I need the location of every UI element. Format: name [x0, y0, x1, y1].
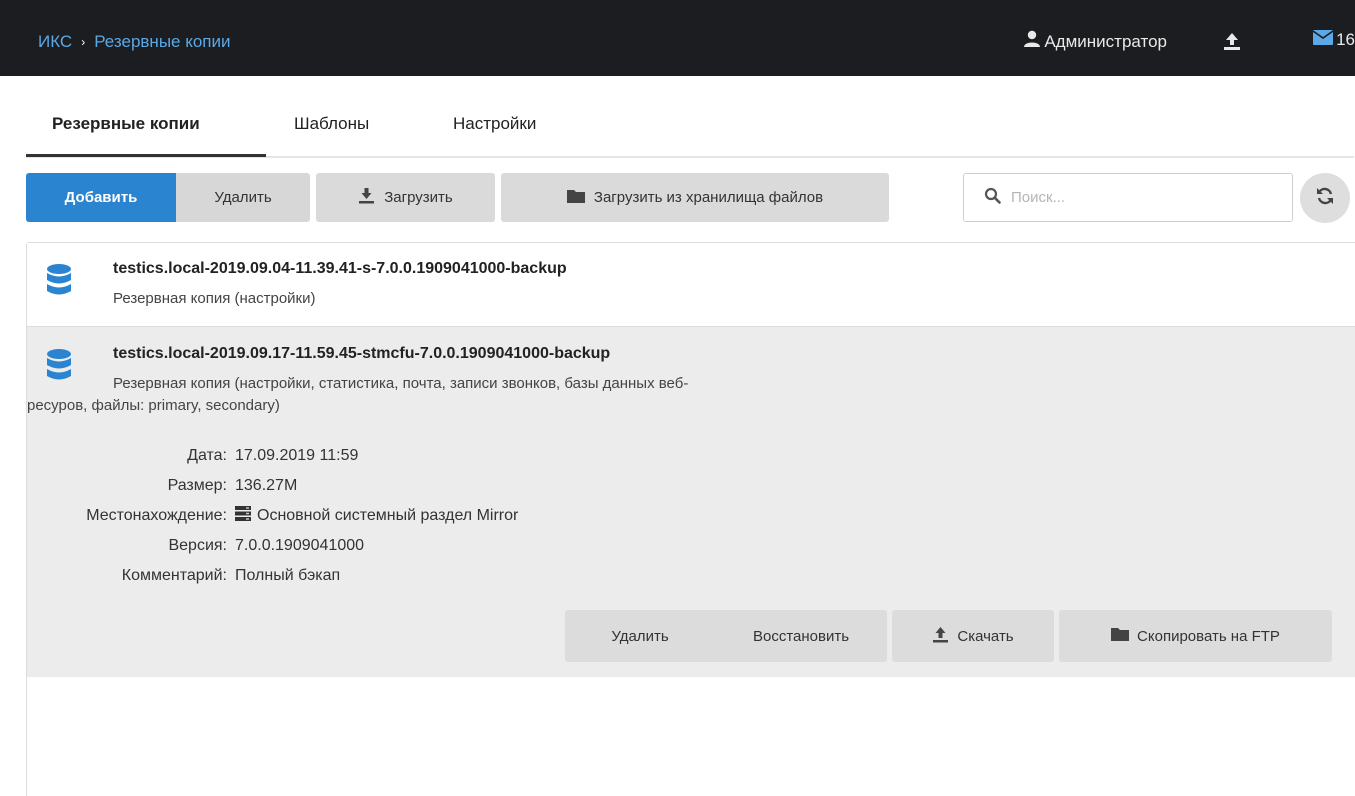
upload-button-label: Загрузить [384, 189, 453, 206]
search-input[interactable] [1011, 189, 1281, 206]
copy-to-ftp-button[interactable]: Скопировать на FTP [1059, 610, 1332, 662]
upload-button[interactable]: Загрузить [316, 173, 495, 222]
backup-list: testics.local-2019.09.04-11.39.41-s-7.0.… [26, 242, 1355, 796]
backup-name: testics.local-2019.09.04-11.39.41-s-7.0.… [113, 260, 567, 277]
list-item[interactable]: testics.local-2019.09.04-11.39.41-s-7.0.… [27, 243, 1355, 327]
location-text: Основной системный раздел Mirror [257, 507, 519, 524]
upload-from-storage-button[interactable]: Загрузить из хранилища файлов [501, 173, 889, 222]
breadcrumb-current[interactable]: Резервные копии [94, 32, 230, 52]
restore-backup-button[interactable]: Восстановить [715, 628, 887, 645]
date-label: Дата: [187, 447, 227, 464]
user-icon [1023, 30, 1044, 53]
list-item-selected[interactable]: testics.local-2019.09.17-11.59.45-stmcfu… [27, 327, 1355, 677]
backup-description-line1: Резервная копия (настройки, статистика, … [113, 375, 689, 392]
detail-row-version: Версия: 7.0.0.1909041000 [27, 531, 627, 561]
folder-icon [1111, 627, 1137, 645]
size-value: 136.27M [235, 477, 298, 494]
refresh-button[interactable] [1300, 173, 1350, 223]
breadcrumb-separator: › [81, 35, 86, 49]
breadcrumb-root[interactable]: ИКС [38, 32, 72, 52]
backup-action-group: Удалить Восстановить [565, 610, 887, 662]
detail-row-date: Дата: 17.09.2019 11:59 [27, 441, 627, 471]
detail-row-size: Размер: 136.27M [27, 471, 627, 501]
backup-description-line2: ресуров, файлы: primary, secondary) [27, 397, 280, 414]
add-button[interactable]: Добавить [26, 173, 176, 222]
add-button-label: Добавить [64, 189, 138, 206]
tab-templates[interactable]: Шаблоны [294, 114, 369, 134]
comment-value: Полный бэкап [235, 567, 341, 584]
database-icon [46, 263, 72, 301]
location-value: Основной системный раздел Mirror [235, 506, 518, 526]
location-label: Местонахождение: [86, 507, 227, 524]
mail-notifications[interactable]: 16 [1312, 30, 1355, 50]
search-box[interactable] [963, 173, 1293, 222]
database-icon [46, 348, 72, 386]
active-tab-indicator [26, 154, 266, 157]
backup-actions: Удалить Восстановить Скачать Скопировать… [565, 610, 1332, 662]
download-tray-icon [358, 187, 384, 208]
upload-tray-icon [932, 626, 957, 647]
copy-to-ftp-label: Скопировать на FTP [1137, 627, 1280, 645]
tab-backups[interactable]: Резервные копии [52, 114, 200, 134]
refresh-icon [1315, 186, 1335, 210]
upload-icon[interactable] [1222, 32, 1242, 57]
download-backup-button[interactable]: Скачать [892, 610, 1054, 662]
search-icon [984, 187, 1001, 208]
breadcrumb: ИКС › Резервные копии [38, 32, 231, 52]
detail-row-comment: Комментарий: Полный бэкап [27, 561, 627, 591]
upload-from-storage-label: Загрузить из хранилища файлов [593, 189, 824, 206]
tab-settings[interactable]: Настройки [453, 114, 536, 134]
folder-icon [566, 189, 594, 207]
version-value: 7.0.0.1909041000 [235, 537, 365, 554]
delete-button[interactable]: Удалить [176, 173, 310, 222]
backup-description: Резервная копия (настройки) [113, 290, 316, 307]
user-menu[interactable]: Администратор [1023, 30, 1167, 53]
tab-bar: Резервные копии Шаблоны Настройки [26, 100, 1354, 158]
backup-details: Дата: 17.09.2019 11:59 Размер: 136.27M М… [27, 441, 627, 591]
backup-name: testics.local-2019.09.17-11.59.45-stmcfu… [113, 345, 611, 362]
top-navbar: ИКС › Резервные копии Администратор 16 [0, 0, 1355, 76]
date-value: 17.09.2019 11:59 [235, 447, 359, 464]
detail-row-location: Местонахождение: Основной системный разд… [27, 501, 627, 531]
size-label: Размер: [167, 477, 227, 494]
envelope-icon [1312, 30, 1336, 50]
download-label: Скачать [957, 627, 1014, 645]
comment-label: Комментарий: [121, 567, 227, 584]
user-name: Администратор [1044, 31, 1167, 51]
delete-button-label: Удалить [214, 189, 272, 206]
delete-backup-button[interactable]: Удалить [565, 628, 715, 645]
mail-count: 16 [1336, 30, 1355, 49]
version-label: Версия: [168, 537, 227, 554]
hard-drive-icon [235, 506, 257, 526]
